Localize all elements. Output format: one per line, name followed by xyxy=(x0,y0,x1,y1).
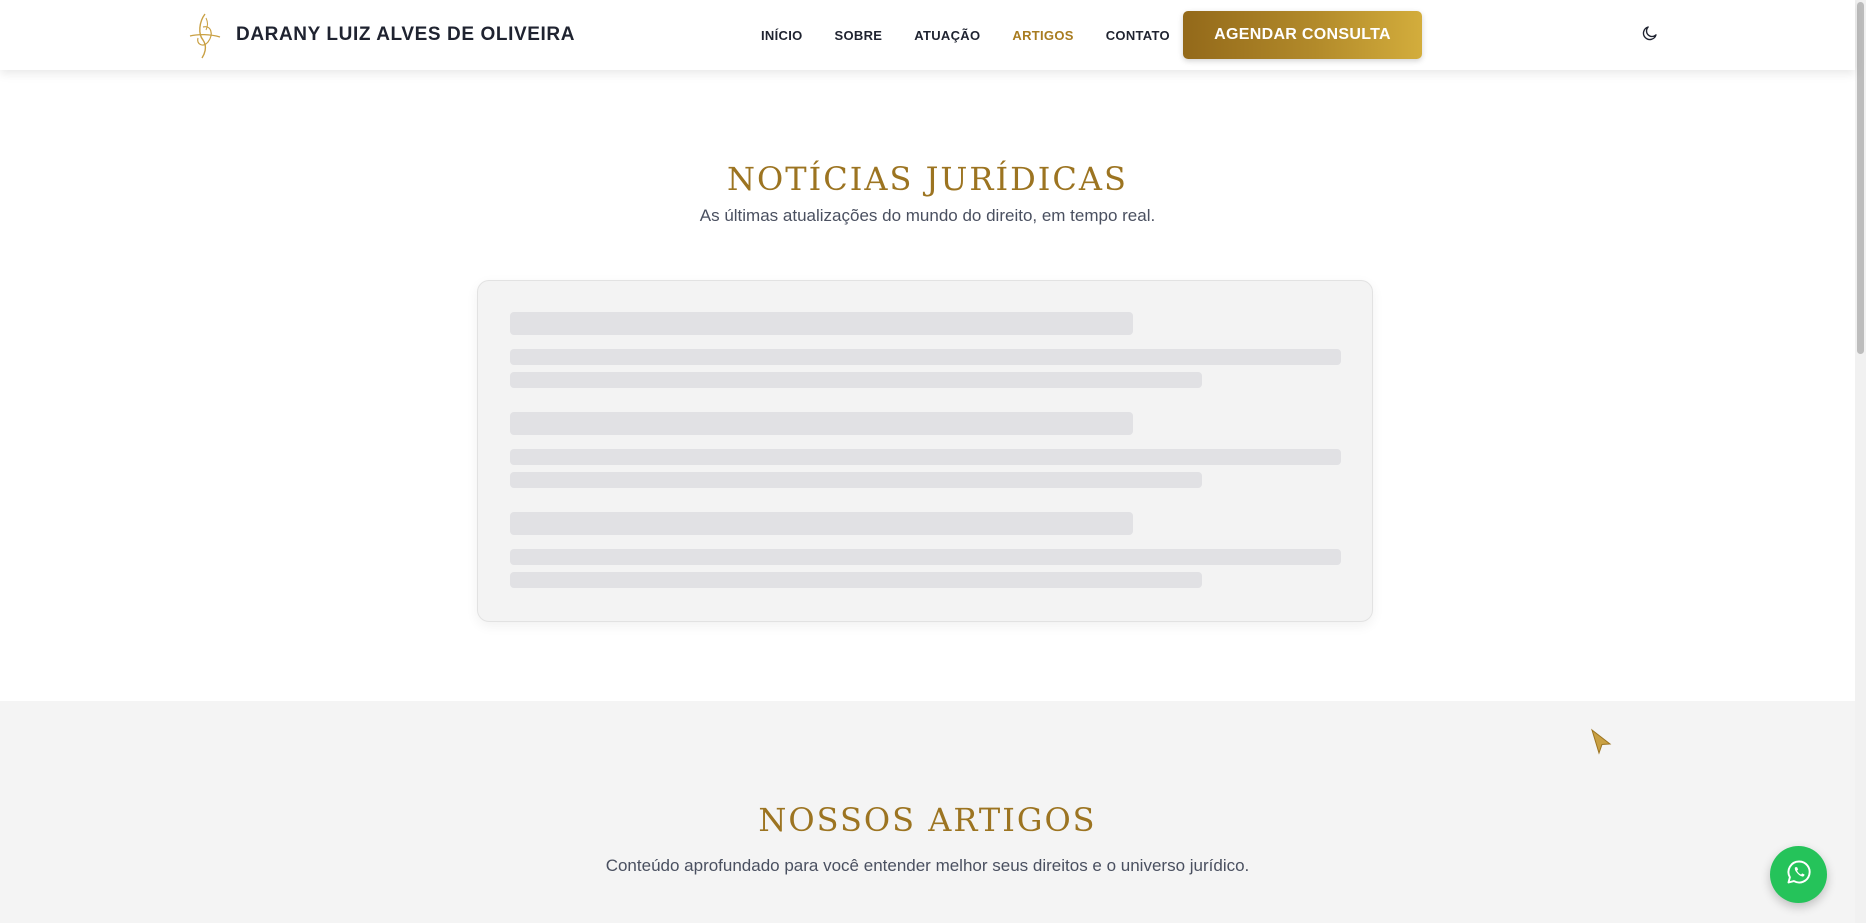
whatsapp-icon xyxy=(1785,858,1813,891)
moon-icon xyxy=(1641,24,1659,47)
scrollbar-thumb[interactable] xyxy=(1857,2,1864,354)
whatsapp-button[interactable] xyxy=(1770,846,1827,903)
news-loading-skeleton xyxy=(477,280,1373,622)
skeleton-title-bar xyxy=(510,312,1133,335)
page-scrollbar[interactable] xyxy=(1855,0,1866,923)
articles-section: NOSSOS ARTIGOS Conteúdo aprofundado para… xyxy=(0,701,1855,923)
brand[interactable]: DARANY LUIZ ALVES DE OLIVEIRA xyxy=(186,10,575,60)
schedule-appointment-button[interactable]: AGENDAR CONSULTA xyxy=(1183,11,1422,59)
legal-news-section: NOTÍCIAS JURÍDICAS As últimas atualizaçõ… xyxy=(0,70,1855,701)
skeleton-title-bar xyxy=(510,412,1133,435)
skeleton-line xyxy=(510,472,1202,488)
site-header: DARANY LUIZ ALVES DE OLIVEIRA INÍCIO SOB… xyxy=(0,0,1855,70)
main-nav: INÍCIO SOBRE ATUAÇÃO ARTIGOS CONTATO xyxy=(761,0,1202,70)
news-section-subtitle: As últimas atualizações do mundo do dire… xyxy=(699,206,1156,225)
cursor-pointer-icon xyxy=(1590,728,1614,756)
skeleton-line xyxy=(510,349,1341,365)
nav-link-inicio[interactable]: INÍCIO xyxy=(761,28,803,43)
skeleton-line xyxy=(510,372,1202,388)
articles-section-subtitle: Conteúdo aprofundado para você entender … xyxy=(605,856,1250,875)
signature-monogram-icon xyxy=(186,10,222,60)
skeleton-title-bar xyxy=(510,512,1133,535)
nav-link-atuacao[interactable]: ATUAÇÃO xyxy=(914,28,980,43)
nav-link-artigos[interactable]: ARTIGOS xyxy=(1012,28,1073,43)
articles-section-title: NOSSOS ARTIGOS xyxy=(758,801,1097,839)
skeleton-line xyxy=(510,549,1341,565)
skeleton-line xyxy=(510,449,1341,465)
news-section-title: NOTÍCIAS JURÍDICAS xyxy=(727,160,1128,198)
nav-link-contato[interactable]: CONTATO xyxy=(1106,28,1170,43)
brand-name: DARANY LUIZ ALVES DE OLIVEIRA xyxy=(236,24,576,45)
theme-toggle-button[interactable] xyxy=(1637,22,1663,48)
skeleton-line xyxy=(510,572,1202,588)
nav-link-sobre[interactable]: SOBRE xyxy=(835,28,883,43)
